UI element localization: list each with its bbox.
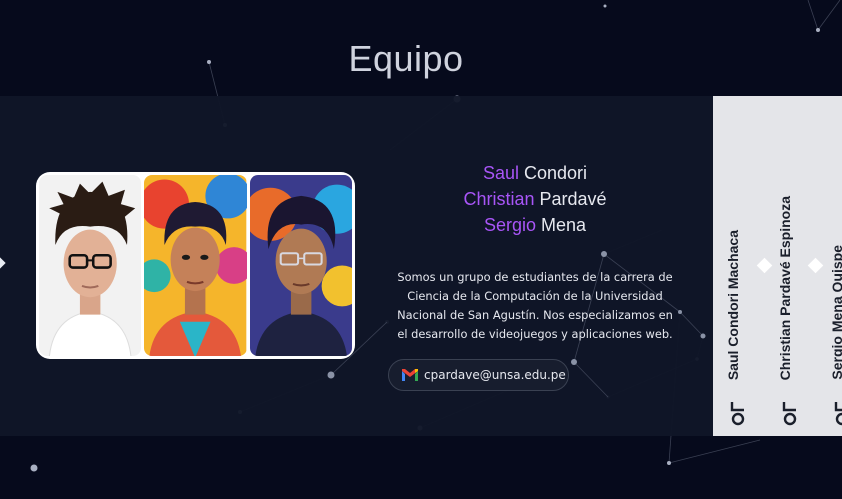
credit-entry: Sergio Mena Quispe bbox=[829, 96, 842, 436]
credit-entry: Saul Condori Machaca bbox=[725, 96, 751, 436]
portrait-illustration bbox=[144, 175, 247, 356]
credit-entry: Christian Pardavé Espinoza bbox=[777, 96, 803, 436]
team-description: Somos un grupo de estudiantes de la carr… bbox=[397, 270, 673, 341]
separator-diamond-icon bbox=[807, 257, 824, 274]
team-photo-collage bbox=[36, 172, 355, 359]
user-icon bbox=[834, 402, 842, 426]
team-member-names: Saul Condori Christian Pardavé Sergio Me… bbox=[392, 160, 678, 238]
credits-sidebar: Saul Condori Machaca Christian Pardavé E… bbox=[713, 96, 842, 436]
section-title: Equipo bbox=[348, 38, 464, 79]
member-name: Sergio Mena bbox=[483, 215, 587, 235]
email-address: cpardave@unsa.edu.pe bbox=[424, 368, 566, 382]
portrait-illustration bbox=[249, 175, 352, 356]
user-icon bbox=[730, 402, 745, 426]
portrait-photo bbox=[39, 175, 142, 356]
email-contact-button[interactable]: cpardave@unsa.edu.pe bbox=[388, 359, 569, 391]
credit-name: Christian Pardavé Espinoza bbox=[777, 195, 793, 380]
member-name: Saul Condori bbox=[482, 163, 588, 183]
credit-name: Saul Condori Machaca bbox=[725, 229, 741, 380]
user-icon bbox=[782, 402, 797, 426]
separator-diamond-icon bbox=[756, 257, 773, 274]
gmail-icon bbox=[402, 369, 418, 381]
member-name: Christian Pardavé bbox=[463, 189, 607, 209]
credit-name: Sergio Mena Quispe bbox=[829, 245, 842, 380]
